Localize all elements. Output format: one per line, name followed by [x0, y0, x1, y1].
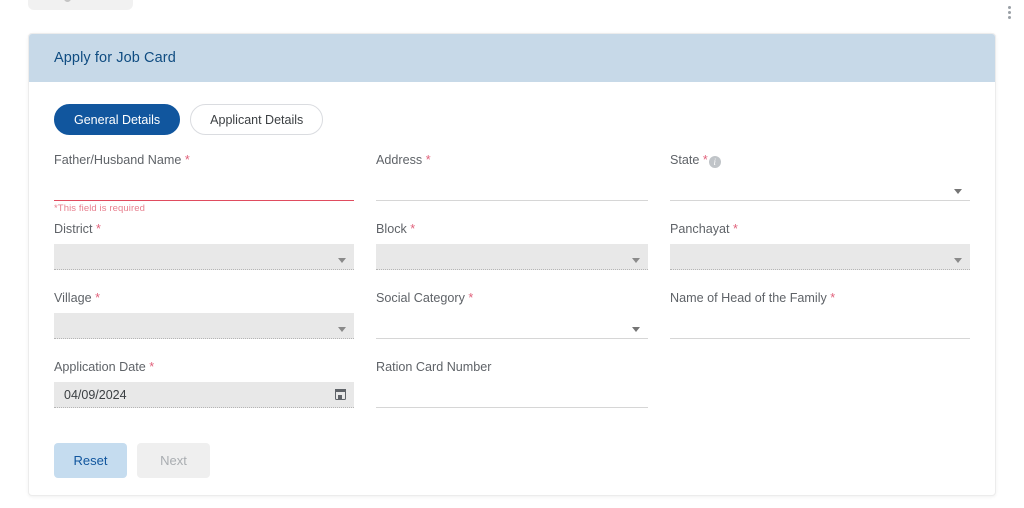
state-select[interactable]	[670, 175, 970, 201]
address-input[interactable]	[376, 175, 648, 201]
head-of-family-label-text: Name of Head of the Family	[670, 291, 827, 305]
block-label-text: Block	[376, 222, 407, 236]
state-label-text: State	[670, 153, 700, 167]
head-of-family-input[interactable]	[670, 313, 970, 339]
chevron-down-icon	[338, 327, 346, 332]
field-panchayat: Panchayat *	[670, 222, 970, 291]
application-date-label: Application Date *	[54, 360, 354, 374]
kebab-menu-icon[interactable]	[1002, 2, 1016, 22]
application-date-label-text: Application Date	[54, 360, 146, 374]
apply-job-card-panel: Apply for Job Card General Details Appli…	[28, 33, 996, 496]
reset-button[interactable]: Reset	[54, 443, 127, 478]
social-category-select[interactable]	[376, 313, 648, 339]
general-details-form: Father/Husband Name * *This field is req…	[54, 153, 970, 429]
field-head-of-family: Name of Head of the Family *	[670, 291, 970, 360]
village-label-text: Village	[54, 291, 92, 305]
tab-bar: General Details Applicant Details	[54, 82, 970, 139]
tab-applicant-details[interactable]: Applicant Details	[190, 104, 324, 135]
field-application-date: Application Date * 04/09/2024	[54, 360, 354, 429]
field-ration-card-number: Ration Card Number	[376, 360, 648, 429]
panchayat-label: Panchayat *	[670, 222, 970, 236]
chevron-down-icon	[632, 258, 640, 263]
district-select[interactable]	[54, 244, 354, 270]
required-asterisk: *	[830, 291, 836, 305]
calendar-icon[interactable]	[334, 388, 347, 400]
field-spacer	[670, 360, 970, 429]
required-asterisk: *	[425, 153, 431, 167]
info-icon[interactable]: i	[708, 156, 721, 168]
block-label: Block *	[376, 222, 648, 236]
application-date-value: 04/09/2024	[64, 387, 127, 402]
head-of-family-label: Name of Head of the Family *	[670, 291, 970, 305]
card-header: Apply for Job Card	[29, 34, 995, 82]
father-husband-name-input[interactable]	[54, 175, 354, 201]
ration-card-number-input[interactable]	[376, 382, 648, 408]
father-husband-name-error: *This field is required	[54, 203, 146, 214]
field-social-category: Social Category *	[376, 291, 648, 360]
ration-card-number-label-text: Ration Card Number	[376, 360, 492, 374]
required-asterisk: *	[733, 222, 738, 236]
district-label-text: District	[54, 222, 93, 236]
required-asterisk: *	[410, 222, 416, 236]
card-body: General Details Applicant Details Father…	[29, 82, 995, 478]
chevron-down-icon	[954, 189, 962, 194]
social-category-label: Social Category *	[376, 291, 648, 305]
field-state: State * i	[670, 153, 970, 222]
required-asterisk: *	[468, 291, 474, 305]
required-asterisk: *	[95, 222, 101, 236]
required-asterisk: *	[149, 360, 155, 374]
required-asterisk: *	[184, 153, 190, 167]
chevron-down-icon	[632, 327, 640, 332]
required-asterisk: *	[702, 153, 708, 167]
tab-applicant-details-label: Applicant Details	[210, 112, 304, 127]
village-label: Village *	[54, 291, 354, 305]
required-asterisk: *	[95, 291, 100, 305]
application-date-input[interactable]: 04/09/2024	[54, 382, 354, 408]
chip-dot-icon	[64, 0, 71, 2]
kebab-dot-1-icon	[1007, 5, 1011, 9]
ration-card-number-label: Ration Card Number	[376, 360, 648, 374]
panchayat-label-text: Panchayat	[670, 222, 730, 236]
kebab-dot-3-icon	[1007, 15, 1011, 19]
next-button: Next	[137, 443, 210, 478]
tab-general-details[interactable]: General Details	[54, 104, 181, 135]
field-block: Block *	[376, 222, 648, 291]
address-label-text: Address	[376, 153, 423, 167]
tab-general-details-label: General Details	[74, 112, 161, 127]
address-label: Address *	[376, 153, 648, 167]
field-village: Village *	[54, 291, 354, 360]
page-root: Apply for Job Card General Details Appli…	[0, 0, 1024, 508]
field-address: Address *	[376, 153, 648, 222]
block-select[interactable]	[376, 244, 648, 270]
chevron-down-icon	[338, 258, 346, 263]
field-father-husband-name: Father/Husband Name * *This field is req…	[54, 153, 354, 222]
father-husband-name-label-text: Father/Husband Name	[54, 153, 182, 167]
page-title: Apply for Job Card	[54, 50, 176, 66]
social-category-label-text: Social Category	[376, 291, 465, 305]
form-actions: Reset Next	[54, 443, 970, 478]
state-label: State * i	[670, 153, 970, 168]
district-label: District *	[54, 222, 354, 236]
father-husband-name-label: Father/Husband Name *	[54, 153, 354, 167]
panchayat-select[interactable]	[670, 244, 970, 270]
chevron-down-icon	[954, 258, 962, 263]
kebab-dot-2-icon	[1007, 10, 1011, 14]
village-select[interactable]	[54, 313, 354, 339]
field-district: District *	[54, 222, 354, 291]
browser-chrome-chip	[28, 0, 133, 10]
